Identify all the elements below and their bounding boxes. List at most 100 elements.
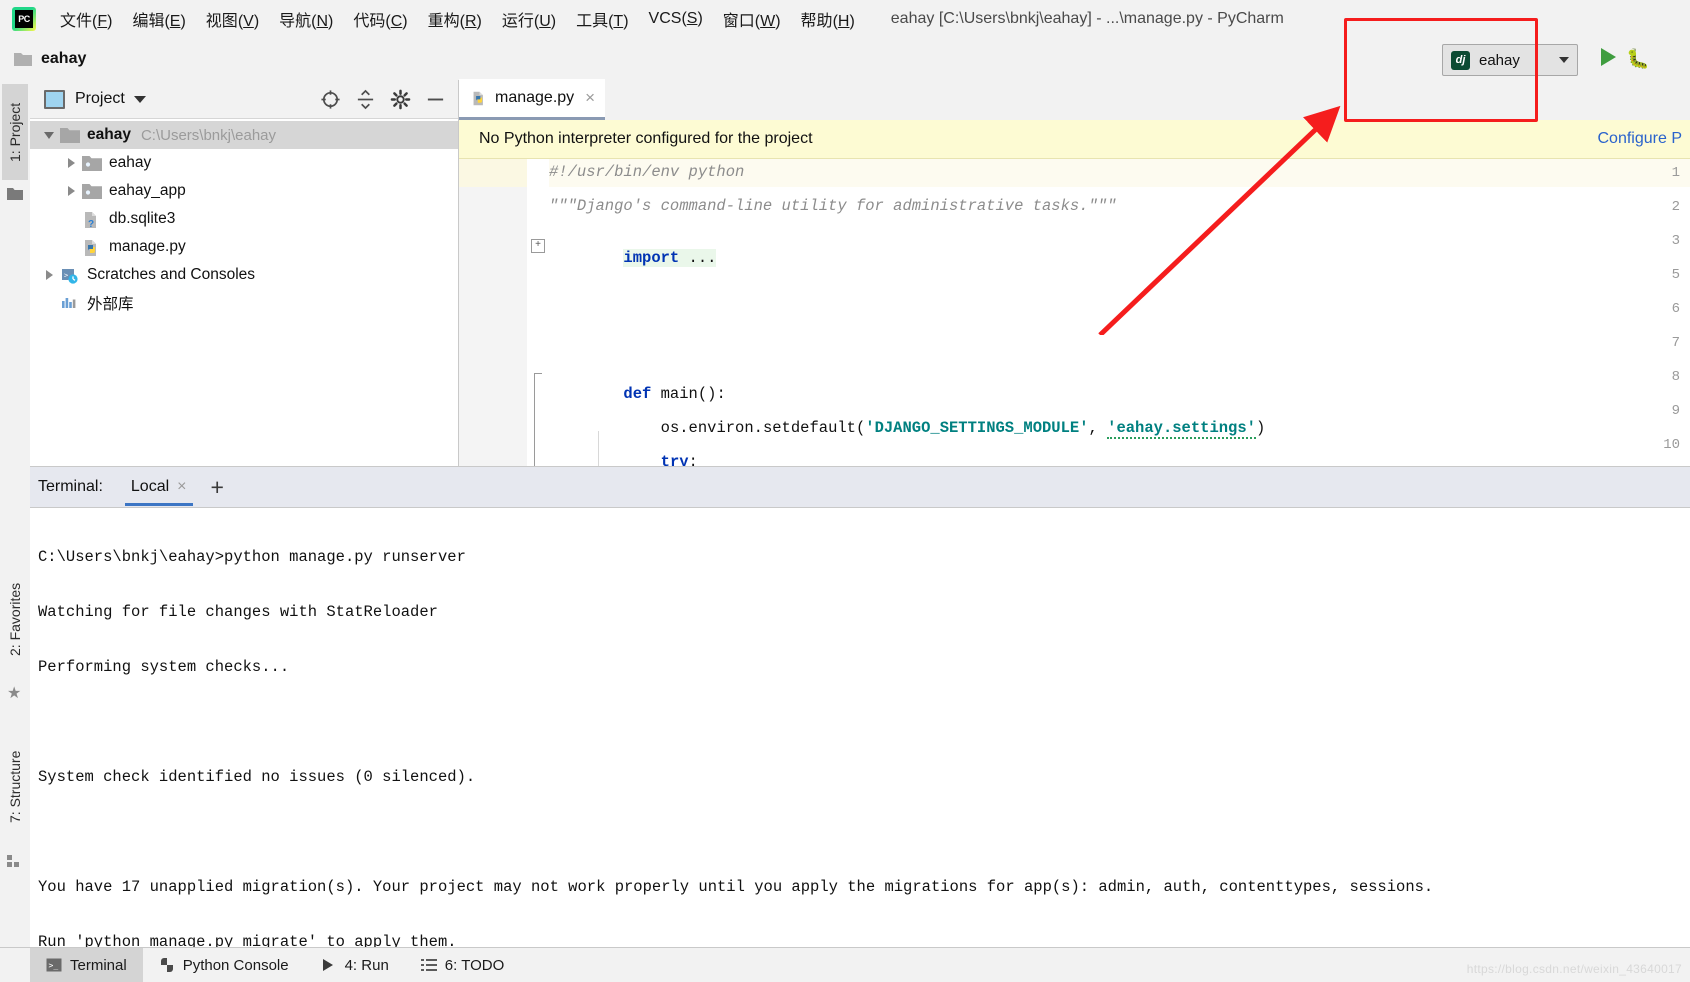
configure-interpreter-link[interactable]: Configure P <box>1598 130 1683 148</box>
django-icon: dj <box>1451 50 1470 70</box>
menu-item-view[interactable]: 视图(V) <box>196 3 269 35</box>
line-number: 9 <box>1671 403 1680 419</box>
tree-item-scratches-and-consoles[interactable]: >_ Scratches and Consoles <box>30 261 458 289</box>
code-token-colon: : <box>688 453 698 466</box>
code-token-comma: , <box>1088 419 1108 437</box>
editor-area: manage.py × No Python interpreter config… <box>459 79 1690 466</box>
menu-mnemonic: R <box>464 13 477 30</box>
menu-mnemonic: C <box>390 13 403 30</box>
code-line-9: try: <box>549 435 698 466</box>
close-icon[interactable]: × <box>585 88 595 108</box>
tree-item-label: manage.py <box>109 238 186 255</box>
sidebar-item-favorites[interactable]: 2: Favorites <box>2 560 28 678</box>
project-folder-icon <box>7 188 23 200</box>
menu-item-help[interactable]: 帮助(H) <box>791 3 865 35</box>
menu-item-tools[interactable]: 工具(T) <box>566 3 638 35</box>
status-item-terminal[interactable]: >_ Terminal <box>30 948 143 982</box>
terminal-line: You have 17 unapplied migration(s). Your… <box>38 877 1434 896</box>
status-item-label: Terminal <box>70 956 127 974</box>
line-number: 10 <box>1663 437 1680 453</box>
folder-icon <box>60 127 80 144</box>
run-configuration-label: eahay <box>1479 51 1520 69</box>
debug-button[interactable]: 🐛 <box>1626 47 1650 71</box>
terminal-line: System check identified no issues (0 sil… <box>38 767 476 786</box>
status-item-python-console[interactable]: Python Console <box>143 948 305 982</box>
scratches-icon: >_ <box>60 267 80 284</box>
chevron-down-icon[interactable] <box>133 95 146 103</box>
fold-expand-icon[interactable]: + <box>531 239 545 253</box>
python-file-icon <box>82 239 102 256</box>
expand-arrow-right-icon[interactable] <box>60 158 82 168</box>
window-title: eahay [C:\Users\bnkj\eahay] - ...\manage… <box>890 10 1284 27</box>
menu-label: VCS <box>648 10 682 27</box>
gear-icon[interactable] <box>390 89 411 110</box>
hide-panel-icon[interactable] <box>425 89 446 110</box>
expand-arrow-right-icon[interactable] <box>38 270 60 280</box>
menu-mnemonic: V <box>243 13 254 30</box>
terminal-line: Watching for file changes with StatReloa… <box>38 602 438 621</box>
add-terminal-button[interactable]: + <box>211 475 224 499</box>
chevron-down-icon <box>1559 57 1569 63</box>
terminal-icon: >_ <box>46 958 62 972</box>
sidebar-item-label: 2: Favorites <box>7 582 23 656</box>
python-file-icon <box>471 89 488 108</box>
project-panel-header: Project <box>30 80 458 119</box>
python-icon <box>160 958 173 972</box>
project-panel-title: Project <box>75 90 125 107</box>
status-item-todo[interactable]: 6: TODO <box>405 948 520 982</box>
tree-item-eahay-module[interactable]: eahay <box>30 149 458 177</box>
locate-target-icon[interactable] <box>320 89 341 110</box>
sidebar-item-project[interactable]: 1: Project <box>2 84 28 180</box>
tree-item-label: Scratches and Consoles <box>87 266 256 283</box>
menu-mnemonic: W <box>760 13 776 30</box>
menu-item-edit[interactable]: 编辑(E) <box>122 3 195 35</box>
menu-item-code[interactable]: 代码(C) <box>343 3 417 35</box>
tree-item-eahay-app[interactable]: eahay_app <box>30 177 458 205</box>
menu-mnemonic: F <box>97 13 108 30</box>
expand-arrow-down-icon[interactable] <box>38 131 60 139</box>
menu-item-refactor[interactable]: 重构(R) <box>418 3 492 35</box>
external-libraries-icon <box>60 295 80 312</box>
svg-text:>_: >_ <box>49 961 59 970</box>
status-item-run[interactable]: 4: Run <box>305 948 405 982</box>
menu-label: 帮助 <box>800 13 833 30</box>
terminal-header: Terminal: Local × + <box>30 467 1690 508</box>
run-configuration-selector[interactable]: dj eahay <box>1442 44 1578 76</box>
terminal-tab-local[interactable]: Local × <box>121 468 197 506</box>
tab-manage-py[interactable]: manage.py × <box>459 79 606 120</box>
breadcrumb[interactable]: eahay <box>41 50 86 68</box>
terminal-output[interactable]: C:\Users\bnkj\eahay>python manage.py run… <box>30 508 1690 952</box>
folder-icon <box>14 52 32 67</box>
editor-tab-strip: manage.py × <box>459 79 1690 120</box>
menu-item-vcs[interactable]: VCS(S) <box>639 6 713 32</box>
status-item-label: 6: TODO <box>444 956 505 974</box>
menu-item-window[interactable]: 窗口(W) <box>713 3 791 35</box>
line-number-gutter <box>459 159 528 466</box>
menu-item-run[interactable]: 运行(U) <box>492 3 566 35</box>
collapse-all-icon[interactable] <box>355 89 376 110</box>
star-icon: ★ <box>7 685 22 702</box>
menu-mnemonic: H <box>837 13 850 30</box>
menu-item-navigate[interactable]: 导航(N) <box>269 3 343 35</box>
status-bar: >_ Terminal Python Console 4: Run 6: TOD… <box>0 947 1690 982</box>
sidebar-item-label: 7: Structure <box>7 750 23 824</box>
menu-label: 文件 <box>60 13 93 30</box>
close-icon[interactable]: × <box>177 478 186 496</box>
menu-label: 运行 <box>501 13 534 30</box>
tree-item-label: db.sqlite3 <box>109 210 176 227</box>
code-view[interactable]: 1 2 3 5 6 7 8 9 10 11 + #!/usr/bin/env p… <box>459 159 1690 466</box>
tree-item-db-sqlite3[interactable]: ? db.sqlite3 <box>30 205 458 233</box>
tree-item-external-libraries[interactable]: 外部库 <box>30 289 458 317</box>
tree-item-manage-py[interactable]: manage.py <box>30 233 458 261</box>
menu-mnemonic: S <box>686 10 698 27</box>
run-button[interactable] <box>1601 48 1616 66</box>
fold-region-bracket[interactable] <box>534 373 542 466</box>
tree-item-eahay-root[interactable]: eahay C:\Users\bnkj\eahay <box>30 121 458 149</box>
menu-item-file[interactable]: 文件(F) <box>50 3 122 35</box>
expand-arrow-right-icon[interactable] <box>60 186 82 196</box>
code-token-import: import <box>623 249 680 267</box>
sidebar-item-structure[interactable]: 7: Structure <box>2 728 28 846</box>
menu-label: 重构 <box>427 13 460 30</box>
